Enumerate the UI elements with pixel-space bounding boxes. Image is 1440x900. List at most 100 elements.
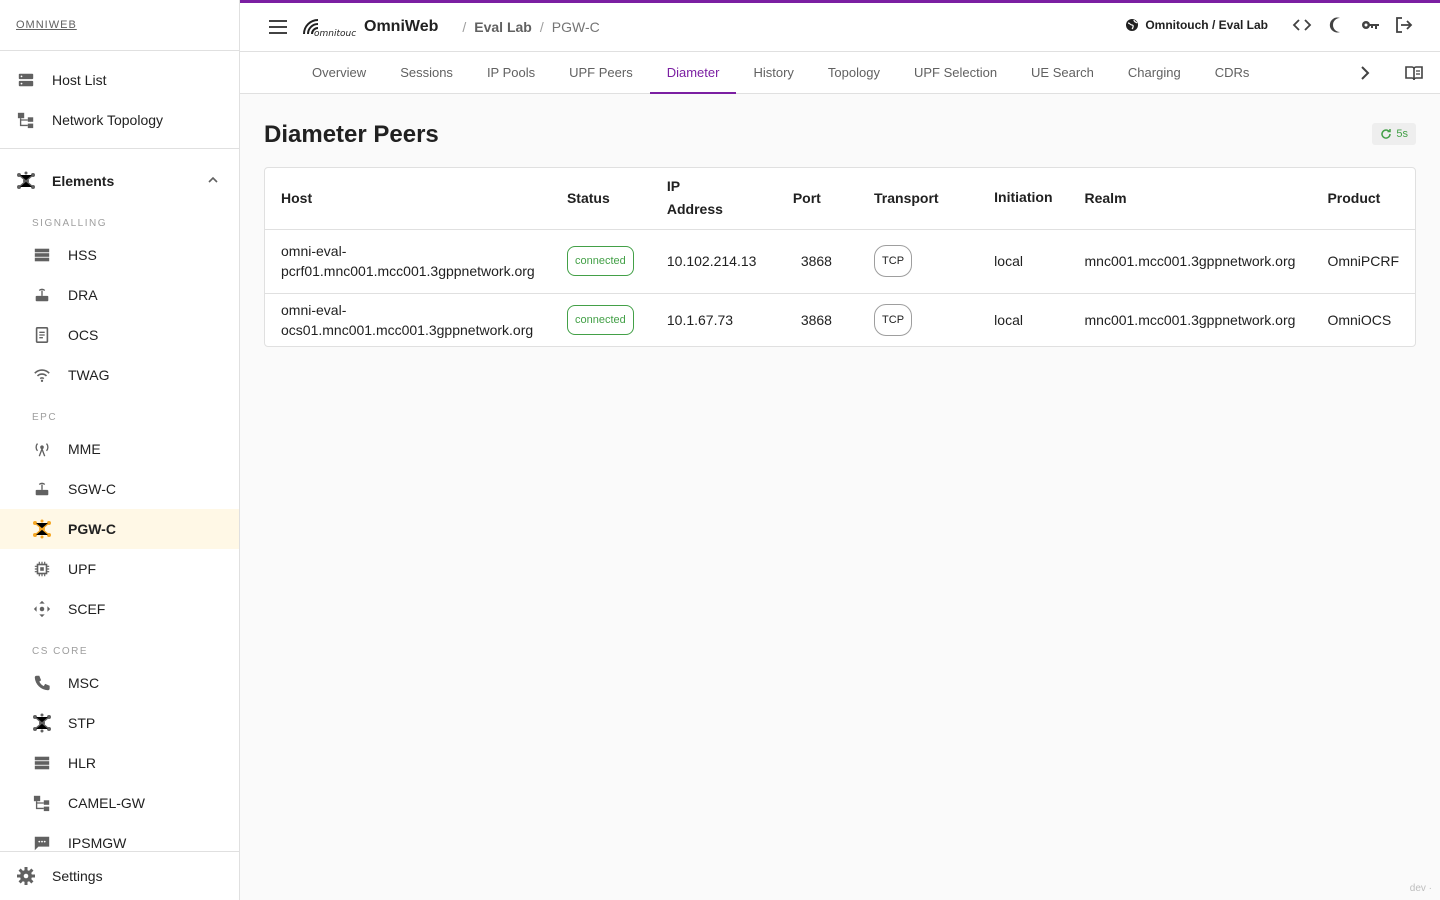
hub-icon [32,713,52,733]
sidebar-item-label: HLR [68,755,97,771]
top-bar-actions: Omnitouch / Eval Lab [1125,15,1414,35]
sidebar-item-camel-gw[interactable]: CAMEL-GW [0,783,239,823]
sidebar-item-label: DRA [68,287,98,303]
sidebar-item-scef[interactable]: SCEF [0,589,239,629]
sidebar-item-network-topology[interactable]: Network Topology [0,100,239,140]
breadcrumb-separator: / [462,19,467,35]
router-icon [32,285,52,305]
router-icon [32,479,52,499]
tab-sessions[interactable]: Sessions [383,52,470,93]
table-row[interactable]: omni-eval-pcrf01.mnc001.mcc001.3gppnetwo… [265,229,1415,294]
diameter-peers-table: Host Status IP Address Port Transport Ini… [265,168,1415,346]
sidebar-item-hss[interactable]: HSS [0,235,239,275]
column-header-initiation[interactable]: Initiation [978,168,1069,230]
sidebar-item-hlr[interactable]: HLR [0,743,239,783]
sidebar-item-label: Network Topology [52,112,164,128]
tab-ip-pools[interactable]: IP Pools [470,52,552,93]
code-icon[interactable] [1292,15,1312,35]
sidebar-item-pgw-c[interactable]: PGW-C [0,509,239,549]
column-header-status[interactable]: Status [550,168,651,230]
top-bar: omnitouch OmniWeb / Eval Lab / PGW-C Omn… [240,0,1440,52]
host-list-icon [16,70,36,90]
key-icon[interactable] [1360,15,1380,35]
sidebar-item-upf[interactable]: UPF [0,549,239,589]
brand[interactable]: OMNIWEB [0,0,239,51]
sidebar-item-label: MME [68,441,101,457]
breadcrumb: / Eval Lab / PGW-C [454,19,599,35]
sidebar-item-label: OCS [68,327,99,343]
gear-icon [16,866,36,886]
sidebar-item-label: STP [68,715,96,731]
transport-badge: TCP [874,245,913,277]
chip-icon [32,559,52,579]
omnitouch-logo: omnitouch [303,19,356,39]
cell-realm: mnc001.mcc001.3gppnetwork.org [1084,311,1296,328]
section-label-signalling: SIGNALLING [32,217,108,229]
sidebar-item-settings[interactable]: Settings [0,851,239,900]
column-header-product[interactable]: Product [1311,168,1415,230]
server-icon [32,245,52,265]
svg-text:omnitouch: omnitouch [314,29,356,39]
main-content: Diameter Peers 5s Host Status IP Address … [264,94,1416,347]
tab-charging[interactable]: Charging [1111,52,1198,93]
dark-mode-icon[interactable] [1326,15,1346,35]
app-title[interactable]: OmniWeb [364,18,438,36]
column-header-ip-address[interactable]: IP Address [650,168,773,230]
sidebar-group-label: Elements [52,173,115,189]
tab-bar: Overview Sessions IP Pools UPF Peers Dia… [240,52,1440,94]
column-header-transport[interactable]: Transport [858,168,979,230]
sidebar-group-elements[interactable]: Elements [0,157,239,205]
sidebar-item-twag[interactable]: TWAG [0,355,239,395]
antenna-icon [32,439,52,459]
tab-ue-search[interactable]: UE Search [1014,52,1111,93]
chevron-right-icon[interactable] [1354,62,1376,84]
menu-icon[interactable] [266,15,290,39]
tab-overview[interactable]: Overview [295,52,383,93]
cell-status: connected [550,229,651,294]
cell-transport: TCP [858,293,978,346]
receipt-icon [32,325,52,345]
tab-cdrs[interactable]: CDRs [1198,52,1267,93]
cell-initiation: local [978,229,1069,294]
brand-label[interactable]: OMNIWEB [16,19,77,31]
tenant-selector[interactable]: Omnitouch / Eval Lab [1125,18,1268,32]
column-header-host[interactable]: Host [265,168,551,230]
table-header-row: Host Status IP Address Port Transport Ini… [265,168,1415,230]
table-row[interactable]: omni-eval-ocs01.mnc001.mcc001.3gppnetwor… [265,293,1415,346]
tab-history[interactable]: History [736,52,810,93]
sidebar-item-label: HSS [68,247,97,263]
sidebar-item-msc[interactable]: MSC [0,663,239,703]
cell-realm: mnc001.mcc001.3gppnetwork.org [1068,229,1312,294]
sidebar-item-label: CAMEL-GW [68,795,145,811]
sidebar-item-ocs[interactable]: OCS [0,315,239,355]
hub-icon [32,519,52,539]
sidebar-item-label: SGW-C [68,481,116,497]
cell-port: 3868 [772,229,859,294]
book-icon[interactable] [1404,63,1424,83]
divider [0,148,239,149]
wifi-icon [32,365,52,385]
sidebar-item-label: PGW-C [68,521,116,537]
tab-upf-peers[interactable]: UPF Peers [552,52,650,93]
settings-label: Settings [52,868,103,884]
tab-topology[interactable]: Topology [811,52,897,93]
sidebar-item-stp[interactable]: STP [0,703,239,743]
tab-upf-selection[interactable]: UPF Selection [897,52,1014,93]
breadcrumb-item-lab[interactable]: Eval Lab [474,19,532,35]
status-badge: connected [566,304,634,335]
sidebar-elements-list[interactable]: SIGNALLING HSS DRA OCS TWAG EPC MME SGW-… [0,205,239,900]
column-header-realm[interactable]: Realm [1068,168,1312,230]
sidebar-item-sgw-c[interactable]: SGW-C [0,469,239,509]
sidebar-item-mme[interactable]: MME [0,429,239,469]
auto-refresh-badge[interactable]: 5s [1372,123,1416,145]
column-header-port[interactable]: Port [772,168,859,230]
breadcrumb-item-current: PGW-C [551,19,600,35]
refresh-icon [1381,129,1392,139]
sms-icon [32,833,52,853]
chevron-up-icon[interactable] [207,174,219,186]
sidebar: OMNIWEB Host List Network Topology Eleme… [0,0,240,900]
sidebar-item-dra[interactable]: DRA [0,275,239,315]
logout-icon[interactable] [1394,15,1414,35]
tab-diameter[interactable]: Diameter [649,52,737,94]
sidebar-item-host-list[interactable]: Host List [0,60,239,100]
